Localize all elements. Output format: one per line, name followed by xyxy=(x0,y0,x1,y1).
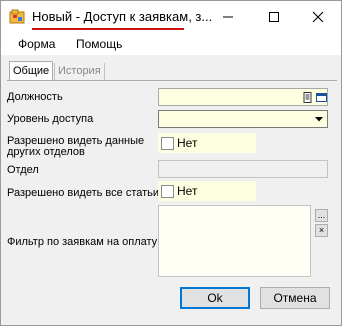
minimize-button[interactable] xyxy=(205,1,251,33)
access-level-label: Уровень доступа xyxy=(7,113,94,125)
all-items-checkbox-group[interactable]: Нет xyxy=(158,181,256,201)
maximize-icon xyxy=(269,12,279,22)
cancel-button-label: Отмена xyxy=(273,291,317,305)
filter-clear-button[interactable]: × xyxy=(315,224,328,237)
tab-strip: Общие История xyxy=(7,61,337,81)
all-items-label: Разрешено видеть все статьи xyxy=(7,187,160,199)
title-underline xyxy=(32,28,184,30)
window-title: Новый - Доступ к заявкам, з... xyxy=(32,9,213,24)
minimize-icon xyxy=(223,16,233,18)
menu-bar: Форма Помощь xyxy=(1,33,341,55)
access-level-combo[interactable] xyxy=(158,110,328,128)
menu-help[interactable]: Помощь xyxy=(76,37,122,51)
filter-more-button[interactable]: ... xyxy=(315,209,328,222)
ok-button-label: Ok xyxy=(207,291,223,305)
department-label: Отдел xyxy=(7,164,39,176)
title-bar[interactable]: Новый - Доступ к заявкам, з... xyxy=(1,1,341,33)
menu-form[interactable]: Форма xyxy=(18,37,55,51)
dialog-window: Новый - Доступ к заявкам, з... Форма Пом… xyxy=(0,0,342,326)
position-label: Должность xyxy=(7,91,63,103)
filter-label: Фильтр по заявкам на оплату xyxy=(7,236,158,248)
app-icon xyxy=(9,9,25,25)
filter-memo[interactable] xyxy=(158,205,311,277)
select-window-icon[interactable] xyxy=(316,92,327,103)
tab-general[interactable]: Общие xyxy=(9,61,54,81)
document-icon[interactable] xyxy=(302,92,313,103)
all-items-value: Нет xyxy=(177,184,198,198)
close-button[interactable] xyxy=(295,1,341,33)
other-depts-checkbox-group[interactable]: Нет xyxy=(158,133,256,153)
department-field[interactable] xyxy=(158,160,328,178)
maximize-button[interactable] xyxy=(251,1,297,33)
other-depts-checkbox[interactable] xyxy=(161,137,174,150)
ok-button[interactable]: Ok xyxy=(180,287,250,309)
close-icon xyxy=(312,11,324,23)
position-field[interactable] xyxy=(158,88,328,106)
chevron-down-icon[interactable] xyxy=(311,111,327,127)
all-items-checkbox[interactable] xyxy=(161,185,174,198)
cancel-button[interactable]: Отмена xyxy=(260,287,330,309)
other-depts-label-line2: других отделов xyxy=(7,146,85,158)
other-depts-value: Нет xyxy=(177,136,198,150)
tab-panel-divider xyxy=(7,80,337,81)
tab-history[interactable]: История xyxy=(54,63,105,80)
